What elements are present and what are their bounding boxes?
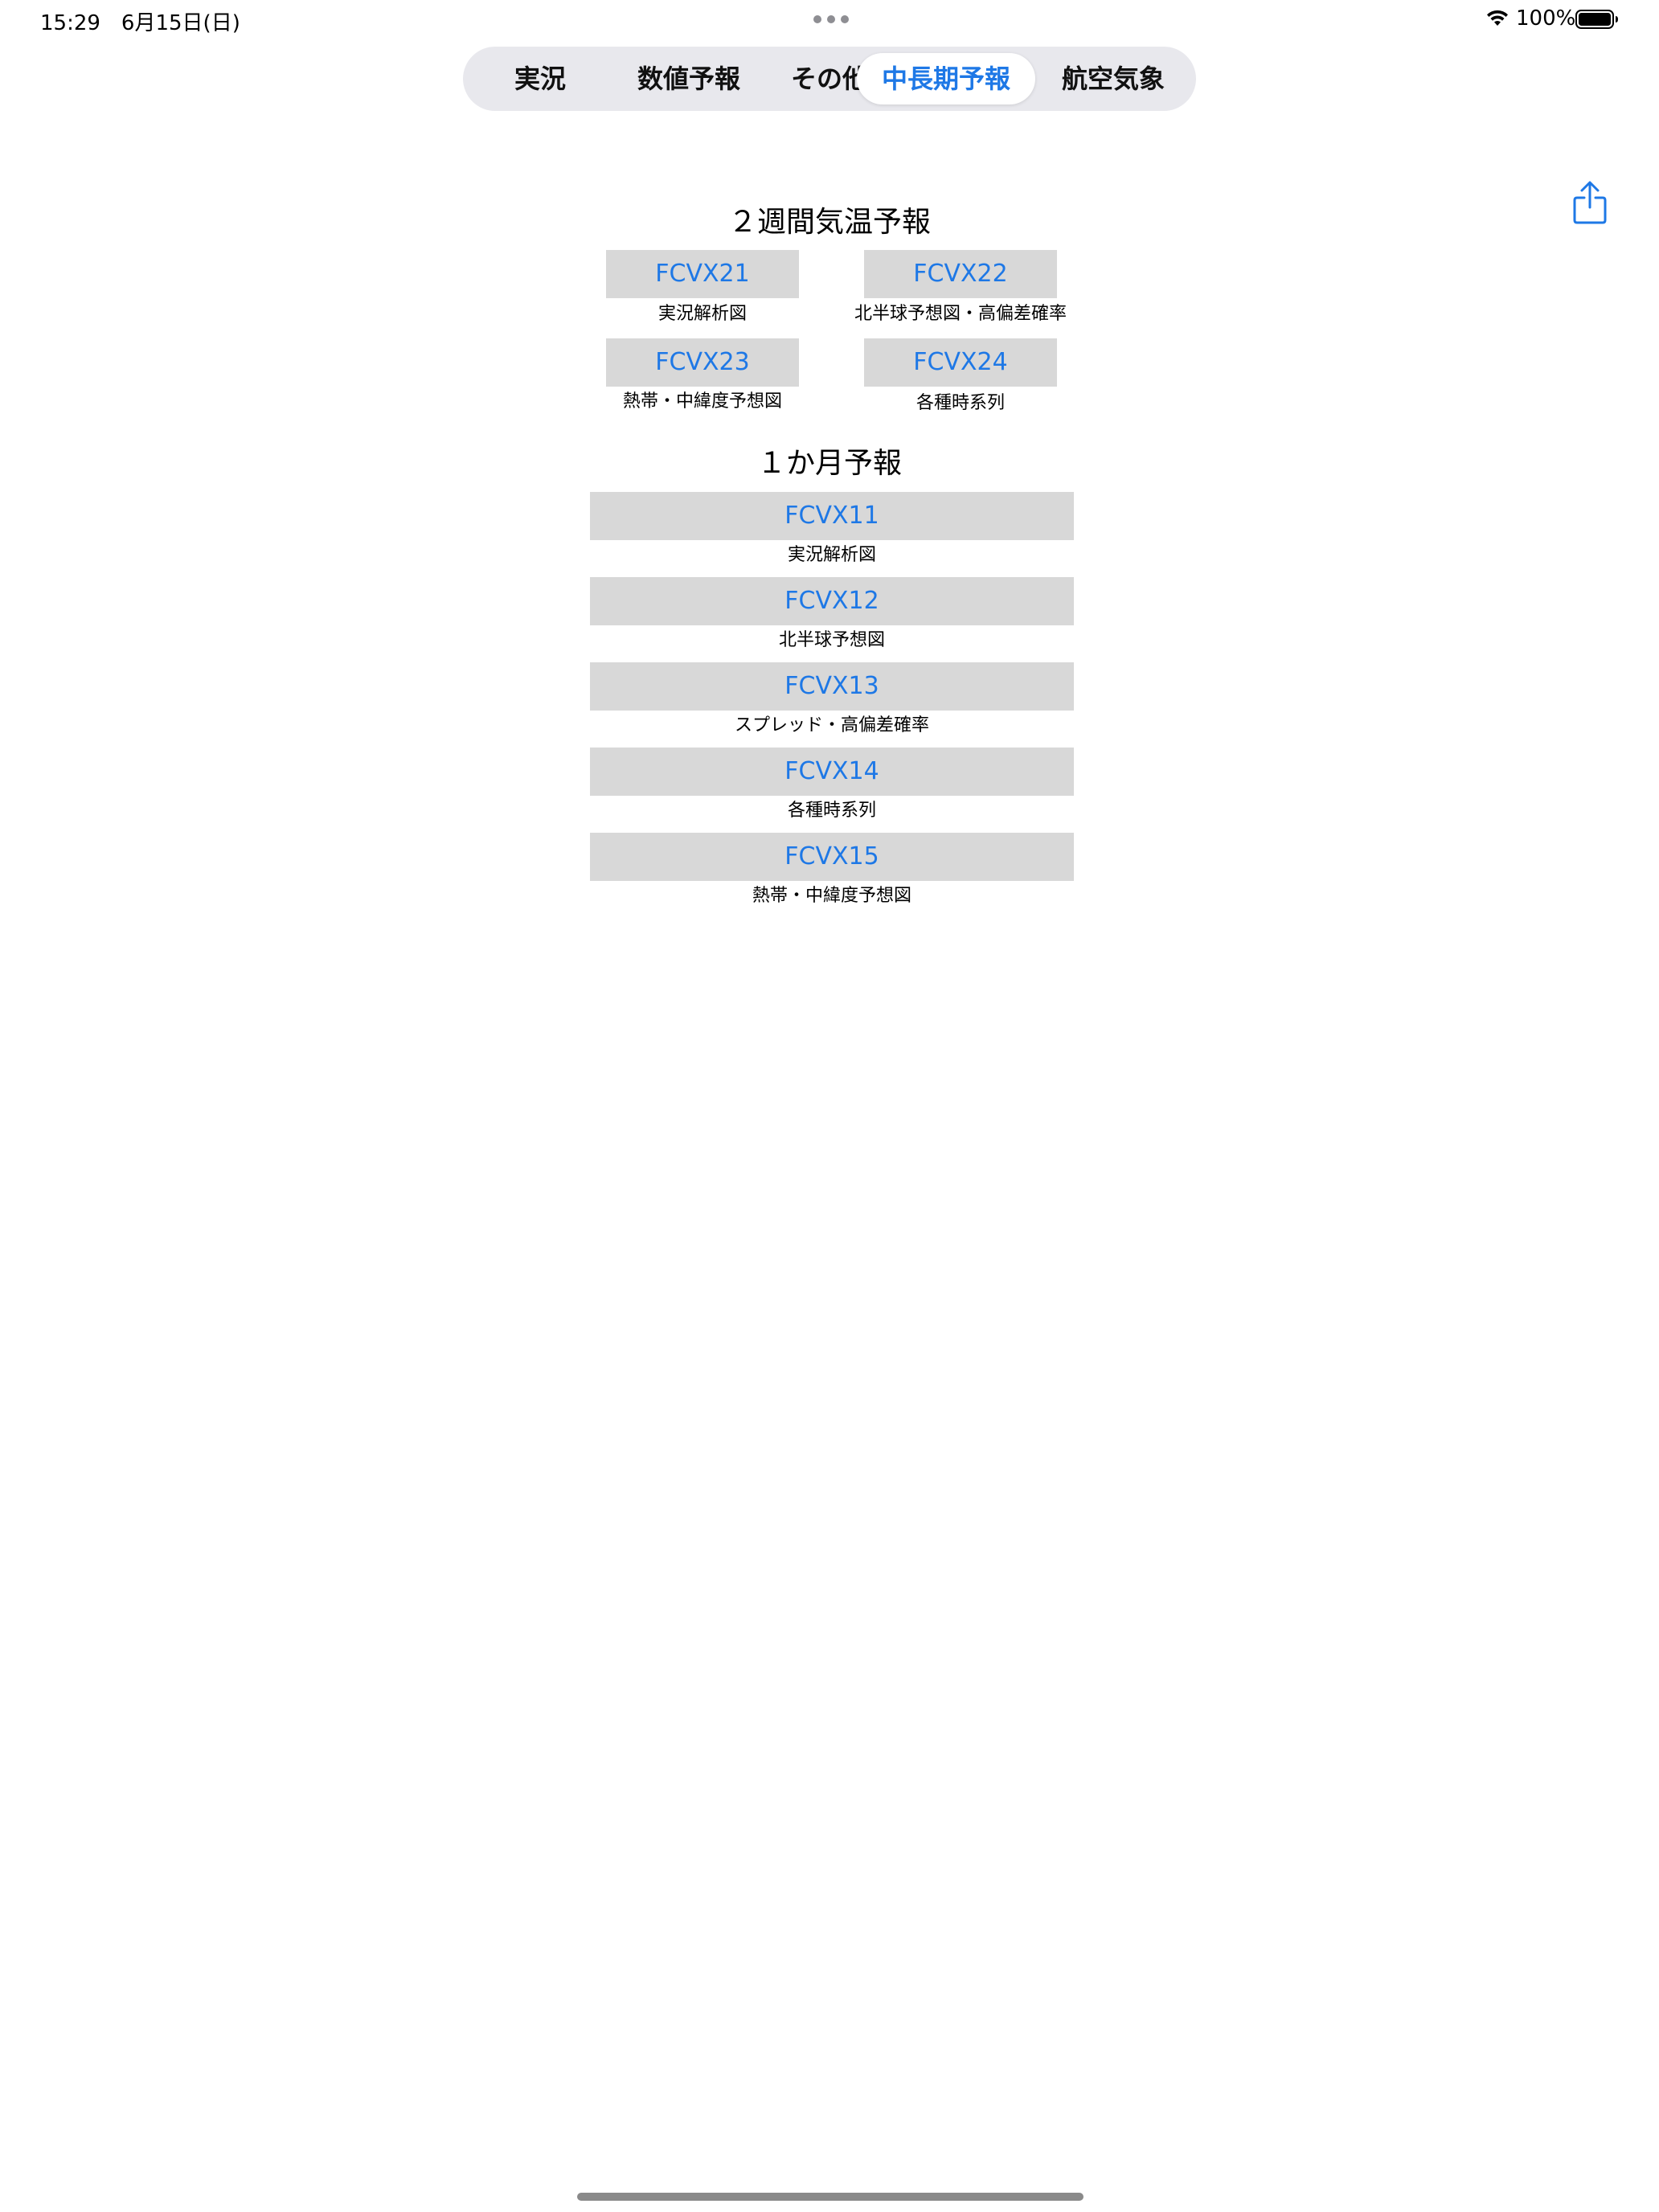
section-title-two-week: ２週間気温予報 [727,206,931,239]
battery-percentage: 100% [1516,6,1576,31]
fcvx21-button[interactable]: FCVX21 [606,250,799,298]
fcvx21-caption: 実況解析図 [657,304,747,324]
fcvx11-caption: 実況解析図 [787,545,876,565]
fcvx13-caption: スプレッド・高偏差確率 [734,715,929,735]
tab-numerical-forecast[interactable]: 数値予報 [612,53,765,104]
tab-current-conditions[interactable]: 実況 [468,53,612,104]
battery-icon [1575,10,1618,29]
fcvx15-caption: 熱帯・中緯度予想図 [752,886,911,906]
home-indicator[interactable] [577,2193,1083,2201]
fcvx24-button[interactable]: FCVX24 [864,338,1057,387]
tab-aviation-weather[interactable]: 航空気象 [1035,53,1191,104]
fcvx22-button[interactable]: FCVX22 [864,250,1057,298]
fcvx14-caption: 各種時系列 [787,801,876,821]
fcvx13-button[interactable]: FCVX13 [590,662,1074,711]
fcvx14-button[interactable]: FCVX14 [590,748,1074,796]
status-bar: 15:29 6月15日(日) 100% [0,0,1659,39]
multitasking-dots-icon[interactable] [813,15,849,23]
fcvx22-caption: 北半球予想図・高偏差確率 [854,304,1067,324]
section-title-one-month: １か月予報 [756,447,902,480]
fcvx15-button[interactable]: FCVX15 [590,833,1074,881]
fcvx24-caption: 各種時系列 [916,393,1005,413]
fcvx12-caption: 北半球予想図 [778,630,885,650]
status-time: 15:29 6月15日(日) [40,11,240,35]
wifi-icon [1487,10,1508,26]
fcvx12-button[interactable]: FCVX12 [590,577,1074,625]
fcvx23-button[interactable]: FCVX23 [606,338,799,387]
fcvx23-caption: 熱帯・中緯度予想図 [622,391,782,412]
fcvx11-button[interactable]: FCVX11 [590,492,1074,540]
tab-medium-long-range-forecast[interactable]: 中長期予報 [857,53,1035,104]
category-segmented-control: 実況 数値予報 その他 中長期予報 航空気象 [463,47,1196,111]
